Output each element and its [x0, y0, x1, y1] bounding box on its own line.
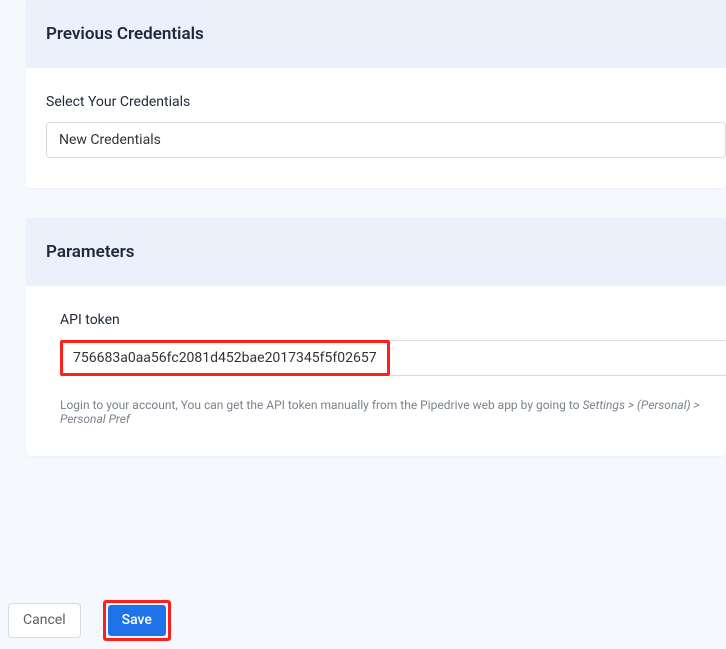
- api-token-field: API token 756683a0aa56fc2081d452bae20173…: [60, 312, 726, 426]
- select-credentials-value: New Credentials: [59, 132, 161, 148]
- api-token-hint-text: Login to your account, You can get the A…: [60, 398, 582, 412]
- parameters-panel: Parameters API token 756683a0aa56fc2081d…: [26, 218, 726, 456]
- previous-credentials-panel: Previous Credentials Select Your Credent…: [26, 0, 726, 188]
- parameters-title: Parameters: [46, 242, 706, 262]
- panel-body: API token 756683a0aa56fc2081d452bae20173…: [26, 286, 726, 456]
- api-token-hint: Login to your account, You can get the A…: [60, 398, 726, 426]
- api-token-label: API token: [60, 312, 726, 328]
- previous-credentials-title: Previous Credentials: [46, 24, 706, 44]
- cancel-button[interactable]: Cancel: [8, 603, 81, 638]
- panel-header: Parameters: [26, 218, 726, 286]
- panel-header: Previous Credentials: [26, 0, 726, 68]
- save-button-highlight: Save: [103, 600, 171, 641]
- panel-body: Select Your Credentials New Credentials: [26, 68, 726, 188]
- api-token-input-line: 756683a0aa56fc2081d452bae2017345f5f02657: [60, 340, 726, 376]
- api-token-value: 756683a0aa56fc2081d452bae2017345f5f02657: [73, 350, 377, 366]
- select-credentials-dropdown[interactable]: New Credentials: [46, 122, 726, 158]
- select-credentials-field: Select Your Credentials New Credentials: [46, 94, 726, 158]
- select-credentials-wrap: New Credentials: [46, 122, 726, 158]
- api-token-input-remainder[interactable]: [390, 340, 726, 376]
- select-credentials-label: Select Your Credentials: [46, 94, 726, 110]
- footer-actions: Cancel Save: [8, 600, 171, 641]
- api-token-input[interactable]: 756683a0aa56fc2081d452bae2017345f5f02657: [60, 340, 390, 376]
- save-button[interactable]: Save: [108, 605, 166, 636]
